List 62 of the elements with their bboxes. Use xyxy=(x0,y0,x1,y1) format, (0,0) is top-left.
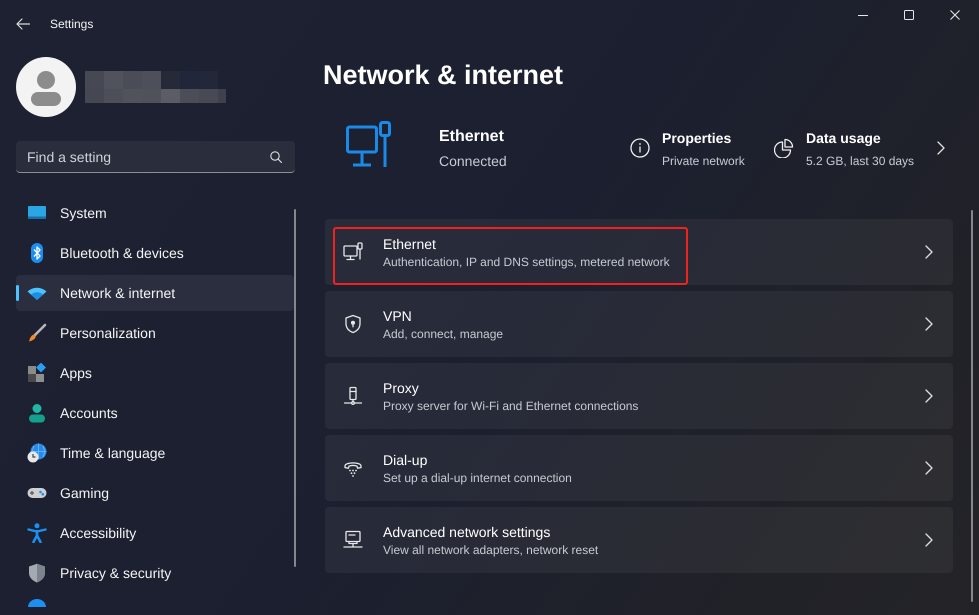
data-usage-detail: 5.2 GB, last 30 days xyxy=(806,152,914,168)
brush-icon xyxy=(27,323,47,343)
chevron-icon xyxy=(925,461,933,475)
selection-indicator xyxy=(16,285,19,301)
card-title: Dial-up xyxy=(383,451,428,470)
avatar-icon xyxy=(16,57,76,117)
info-icon[interactable] xyxy=(630,138,650,158)
sidebar-item[interactable]: Personalization xyxy=(16,315,294,351)
chevron-icon xyxy=(925,317,933,331)
scrollbar[interactable] xyxy=(971,210,973,602)
card-subtitle: Proxy server for Wi-Fi and Ethernet connections xyxy=(383,398,638,414)
card-title: Advanced network settings xyxy=(383,523,550,542)
sidebar-item[interactable]: Accounts xyxy=(16,395,294,431)
window-title: Settings xyxy=(50,17,94,31)
ethernet-icon xyxy=(343,242,363,262)
network-computer-icon xyxy=(343,530,363,550)
settings-card[interactable]: VPN Add, connect, manage xyxy=(325,291,953,357)
sidebar-item[interactable]: Bluetooth & devices xyxy=(16,235,294,271)
data-usage-link[interactable]: Data usage xyxy=(806,128,881,148)
accessibility-icon xyxy=(27,523,47,543)
properties-detail: Private network xyxy=(662,152,745,168)
sidebar-item[interactable]: Network & internet xyxy=(16,275,294,311)
chevron-icon xyxy=(925,533,933,547)
card-title: VPN xyxy=(383,307,412,326)
properties-link[interactable]: Properties xyxy=(662,128,732,148)
card-subtitle: Authentication, IP and DNS settings, metered network xyxy=(383,254,670,270)
pie-chart-icon[interactable] xyxy=(774,138,794,158)
sidebar-item[interactable]: Time & language xyxy=(16,435,294,471)
card-subtitle: Add, connect, manage xyxy=(383,326,504,342)
person-icon xyxy=(27,403,47,423)
search-icon xyxy=(270,151,282,163)
card-title: Proxy xyxy=(383,379,419,398)
chevron-icon xyxy=(925,245,933,259)
ethernet-monitor-icon xyxy=(346,120,392,166)
sidebar-item[interactable]: Apps xyxy=(16,355,294,391)
minimize-icon[interactable] xyxy=(858,14,868,16)
shield-lock-icon xyxy=(343,314,363,334)
search-field[interactable]: Find a setting xyxy=(16,141,295,173)
sidebar-item[interactable]: Accessibility xyxy=(16,515,294,551)
maximize-icon[interactable] xyxy=(904,10,914,20)
scrollbar[interactable] xyxy=(294,209,296,567)
connection-status: Connected xyxy=(439,152,507,170)
globe-clock-icon xyxy=(27,443,47,463)
page-title: Network & internet xyxy=(323,59,564,92)
chevron-icon[interactable] xyxy=(937,141,945,155)
sidebar-item[interactable]: System xyxy=(16,195,294,231)
card-title: Ethernet xyxy=(383,235,436,254)
shield-icon xyxy=(27,563,47,583)
close-icon[interactable] xyxy=(950,10,960,20)
back-arrow-icon[interactable] xyxy=(16,18,30,30)
connection-name: Ethernet xyxy=(439,126,504,146)
settings-card[interactable]: Dial-up Set up a dial-up internet connection xyxy=(325,435,953,501)
chevron-icon xyxy=(925,389,933,403)
settings-card[interactable]: Proxy Proxy server for Wi-Fi and Ethernet connections xyxy=(325,363,953,429)
card-subtitle: Set up a dial-up internet connection xyxy=(383,470,572,486)
apps-icon xyxy=(27,363,47,383)
server-icon xyxy=(343,386,363,406)
settings-card[interactable]: Ethernet Authentication, IP and DNS settings, metered network xyxy=(325,219,953,285)
card-subtitle: View all network adapters, network reset xyxy=(383,542,598,558)
settings-card[interactable]: Advanced network settings View all network adapters, network reset xyxy=(325,507,953,573)
sidebar-item[interactable]: Gaming xyxy=(16,475,294,511)
sidebar-item[interactable]: Privacy & security xyxy=(16,555,294,591)
